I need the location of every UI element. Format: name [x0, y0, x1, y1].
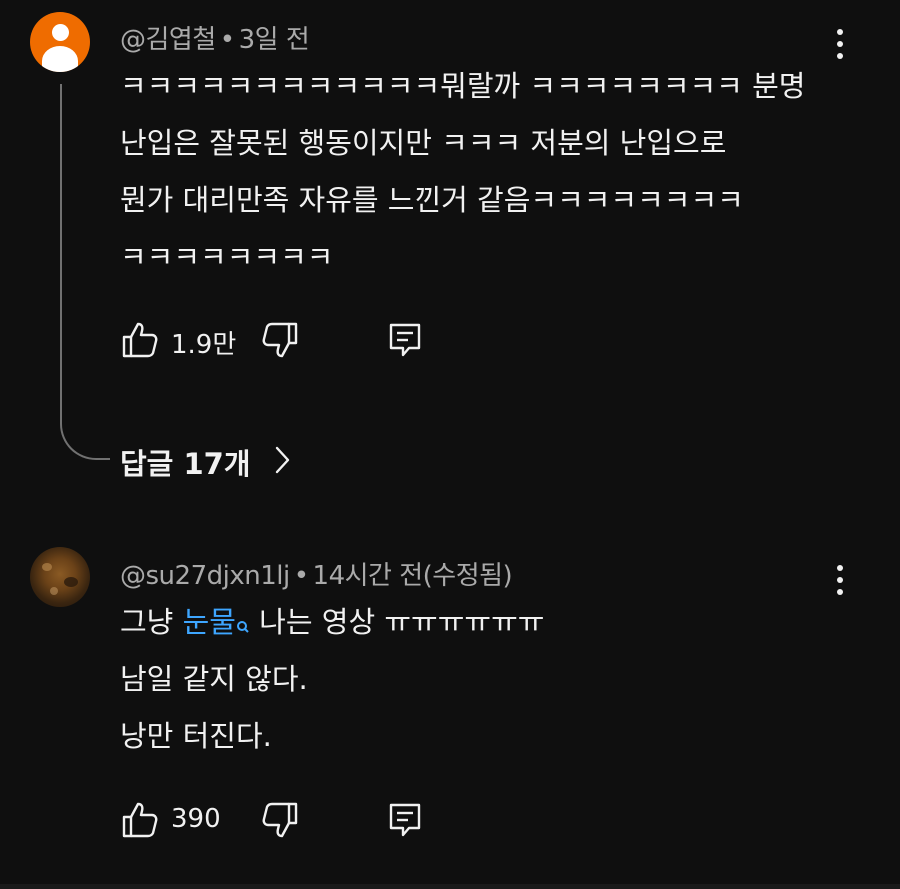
dislike-button[interactable]	[260, 800, 300, 840]
chevron-right-icon	[275, 446, 290, 474]
avatar-photo-detail	[64, 577, 78, 587]
replies-count-label: 답글 17개	[120, 447, 251, 481]
comment-line: 그냥 눈물 나는 영상 ㅠㅠㅠㅠㅠㅠ	[120, 594, 544, 651]
thumbs-down-icon	[262, 322, 298, 358]
thumbs-up-icon	[122, 802, 158, 838]
like-button[interactable]	[120, 320, 160, 360]
avatar-shoulders	[42, 46, 78, 72]
view-replies-button[interactable]: 답글 17개	[120, 440, 300, 481]
comment-actions: 390	[120, 800, 440, 840]
author-name[interactable]: @su27djxn1lj	[120, 561, 290, 591]
text-segment: 나는 영상 ㅠㅠㅠㅠㅠㅠ	[249, 605, 545, 639]
comment-line: 난입은 잘못된 행동이지만 ㅋㅋㅋ 저분의 난입으로	[120, 126, 727, 160]
thread-connector-line	[60, 84, 110, 460]
more-options-button[interactable]	[825, 560, 855, 600]
avatar-head	[52, 24, 69, 41]
comment-time: 14시간 전(수정됨)	[312, 561, 513, 591]
dislike-button[interactable]	[260, 320, 300, 360]
comment-actions: 1.9만	[120, 320, 440, 360]
dot	[837, 589, 843, 595]
dot	[837, 577, 843, 583]
comment-reply-icon	[389, 803, 421, 837]
comment-text: ㅋㅋㅋㅋㅋㅋㅋㅋㅋㅋㅋㅋ뭐랄까 ㅋㅋㅋㅋㅋㅋㅋㅋ 분명 난입은 잘못된 행동이지…	[120, 58, 805, 286]
comment-reply-icon	[389, 323, 421, 357]
reply-button[interactable]	[386, 800, 426, 840]
dot	[837, 565, 843, 571]
comment-meta: @김엽철 • 3일 전	[120, 19, 310, 56]
comment-text: 그냥 눈물 나는 영상 ㅠㅠㅠㅠㅠㅠ 남일 같지 않다. 낭만 터진다.	[120, 594, 544, 765]
avatar[interactable]	[30, 12, 90, 72]
comment-line: 남일 같지 않다.	[120, 662, 308, 696]
comment-meta: @su27djxn1lj • 14시간 전(수정됨)	[120, 555, 513, 592]
search-link[interactable]: 눈물	[183, 605, 236, 639]
comment-line: 낭만 터진다.	[120, 719, 272, 753]
more-options-button[interactable]	[825, 24, 855, 64]
avatar-photo-detail	[42, 563, 52, 571]
thumbs-down-icon	[262, 802, 298, 838]
avatar[interactable]	[30, 547, 90, 607]
like-button[interactable]	[120, 800, 160, 840]
comment-line: 뭔가 대리만족 자유를 느낀거 같음ㅋㅋㅋㅋㅋㅋㅋㅋ	[120, 183, 744, 217]
dot	[837, 41, 843, 47]
text-segment: 그냥	[120, 605, 183, 639]
meta-separator: •	[293, 561, 309, 591]
comment-time: 3일 전	[238, 25, 310, 55]
comment-line: ㅋㅋㅋㅋㅋㅋㅋㅋㅋㅋㅋㅋ뭐랄까 ㅋㅋㅋㅋㅋㅋㅋㅋ 분명	[120, 69, 806, 103]
comment-1: @김엽철 • 3일 전 ㅋㅋㅋㅋㅋㅋㅋㅋㅋㅋㅋㅋ뭐랄까 ㅋㅋㅋㅋㅋㅋㅋㅋ 분명 난입…	[0, 0, 900, 500]
thumbs-up-icon	[122, 322, 158, 358]
meta-separator: •	[219, 25, 235, 55]
reply-button[interactable]	[386, 320, 426, 360]
like-count: 390	[171, 804, 221, 834]
like-count: 1.9만	[171, 330, 237, 360]
bottom-divider	[0, 884, 900, 889]
comment-2: @su27djxn1lj • 14시간 전(수정됨) 그냥 눈물 나는 영상 ㅠㅠㅠ…	[0, 500, 900, 884]
dot	[837, 53, 843, 59]
comment-line: ㅋㅋㅋㅋㅋㅋㅋㅋ	[120, 240, 334, 274]
author-name[interactable]: @김엽철	[120, 25, 216, 55]
avatar-photo-detail	[50, 587, 58, 595]
dot	[837, 29, 843, 35]
search-icon[interactable]	[236, 602, 250, 633]
